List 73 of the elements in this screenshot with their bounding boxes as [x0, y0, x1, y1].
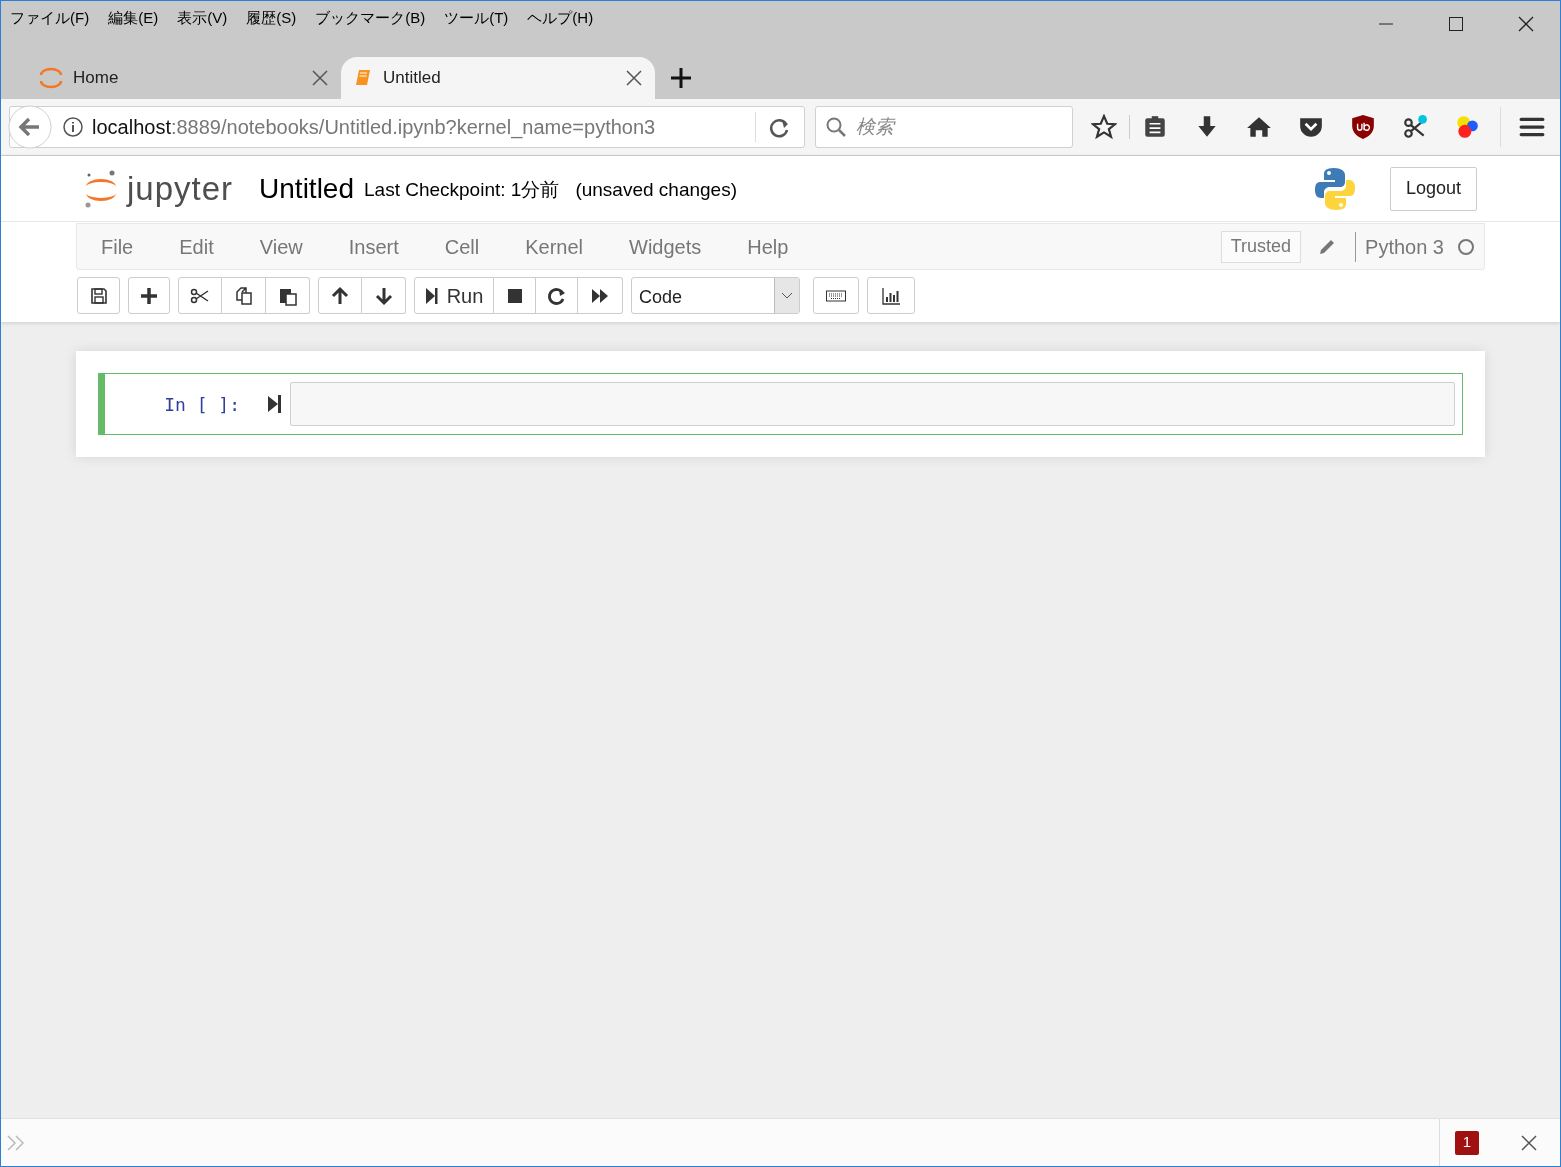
close-icon[interactable]	[1519, 1132, 1539, 1153]
keyboard-button[interactable]	[813, 277, 859, 314]
kernel-name[interactable]: Python 3	[1365, 231, 1444, 262]
menu-item[interactable]: Edit	[179, 231, 214, 262]
trusted-indicator[interactable]: Trusted	[1220, 230, 1302, 263]
tab-title: Home	[73, 67, 120, 90]
paste-button[interactable]	[266, 277, 310, 314]
colored-dots-icon[interactable]	[1454, 114, 1480, 140]
copy-button[interactable]	[222, 277, 266, 314]
cut-button[interactable]	[178, 277, 222, 314]
menu-item[interactable]: View	[259, 231, 303, 262]
search-field[interactable]: 検索	[815, 106, 1073, 148]
copy-icon	[233, 285, 254, 306]
close-icon[interactable]	[1518, 16, 1534, 32]
info-icon[interactable]	[62, 116, 84, 138]
save-icon	[88, 285, 109, 306]
address-bar[interactable]: localhost:8889/notebooks/Untitled.ipynb?kernel_name=python3	[9, 106, 805, 148]
code-input-area[interactable]	[290, 382, 1455, 426]
move-down-icon	[373, 285, 394, 306]
logout-button[interactable]: Logout	[1389, 166, 1477, 211]
run-button[interactable]: Run	[414, 277, 494, 314]
book-icon	[353, 68, 373, 88]
save-button[interactable]	[77, 277, 120, 314]
checkpoint-status: Last Checkpoint: 1分前	[364, 178, 560, 203]
chevron-down-icon	[781, 291, 793, 300]
close-icon[interactable]	[311, 69, 329, 87]
insert-cell-icon	[139, 285, 159, 306]
stop-button[interactable]	[494, 277, 536, 314]
kernel-idle-icon	[1456, 236, 1476, 257]
chart-button[interactable]	[867, 277, 915, 314]
menu-item[interactable]: Insert	[348, 231, 399, 262]
move-up-icon	[330, 285, 350, 306]
url-text[interactable]: localhost:8889/notebooks/Untitled.ipynb?kernel_name=python3	[92, 112, 755, 142]
browser-menu-item[interactable]: 表示(V)	[177, 7, 228, 30]
close-icon[interactable]	[625, 69, 643, 87]
menu-item[interactable]: Kernel	[525, 231, 583, 262]
new-tab-icon[interactable]	[669, 66, 693, 90]
browser-menu-item[interactable]: ブックマーク(B)	[315, 7, 426, 30]
cell-type-dropdown[interactable]: Code	[631, 277, 800, 314]
search-icon	[825, 116, 847, 138]
browser-menu-item[interactable]: ヘルプ(H)	[527, 7, 594, 30]
python-logo-icon	[1313, 166, 1356, 211]
menu-item[interactable]: Cell	[444, 231, 480, 262]
input-prompt: In [ ]:	[163, 392, 240, 417]
browser-menu-item[interactable]: 履歴(S)	[246, 7, 297, 30]
run-icon	[424, 286, 439, 305]
browser-tab[interactable]: Home	[27, 57, 341, 99]
browser-tab[interactable]: Untitled	[341, 57, 655, 99]
scissors-icon[interactable]	[1402, 114, 1428, 140]
restart-icon	[546, 285, 567, 306]
browser-menu-item[interactable]: ファイル(F)	[10, 7, 90, 30]
move-down-button[interactable]	[362, 277, 406, 314]
code-cell[interactable]: In [ ]:	[98, 373, 1463, 435]
shield-icon[interactable]	[1350, 114, 1376, 140]
notebook-title[interactable]: Untitled	[259, 167, 354, 210]
menu-item[interactable]: Help	[747, 231, 789, 262]
insert-cell-button[interactable]	[128, 277, 170, 314]
browser-menu-item[interactable]: ツール(T)	[444, 7, 509, 30]
ring-logo-icon	[39, 66, 63, 90]
list-icon[interactable]	[1142, 114, 1168, 140]
browser-menu-item[interactable]: 編集(E)	[108, 7, 159, 30]
autosave-status: (unsaved changes)	[575, 178, 737, 203]
star-icon[interactable]	[1091, 114, 1117, 140]
menu-item[interactable]: File	[101, 231, 134, 262]
tab-title: Untitled	[383, 67, 442, 90]
restart-button[interactable]	[536, 277, 578, 314]
jupyter-logo-text[interactable]: jupyter	[127, 163, 234, 214]
chart-icon	[881, 285, 901, 306]
notification-badge[interactable]: 1	[1455, 1130, 1479, 1155]
fast-forward-button[interactable]	[578, 277, 623, 314]
menu-item[interactable]: Widgets	[629, 231, 702, 262]
maximize-icon[interactable]	[1448, 16, 1464, 32]
move-up-button[interactable]	[318, 277, 362, 314]
